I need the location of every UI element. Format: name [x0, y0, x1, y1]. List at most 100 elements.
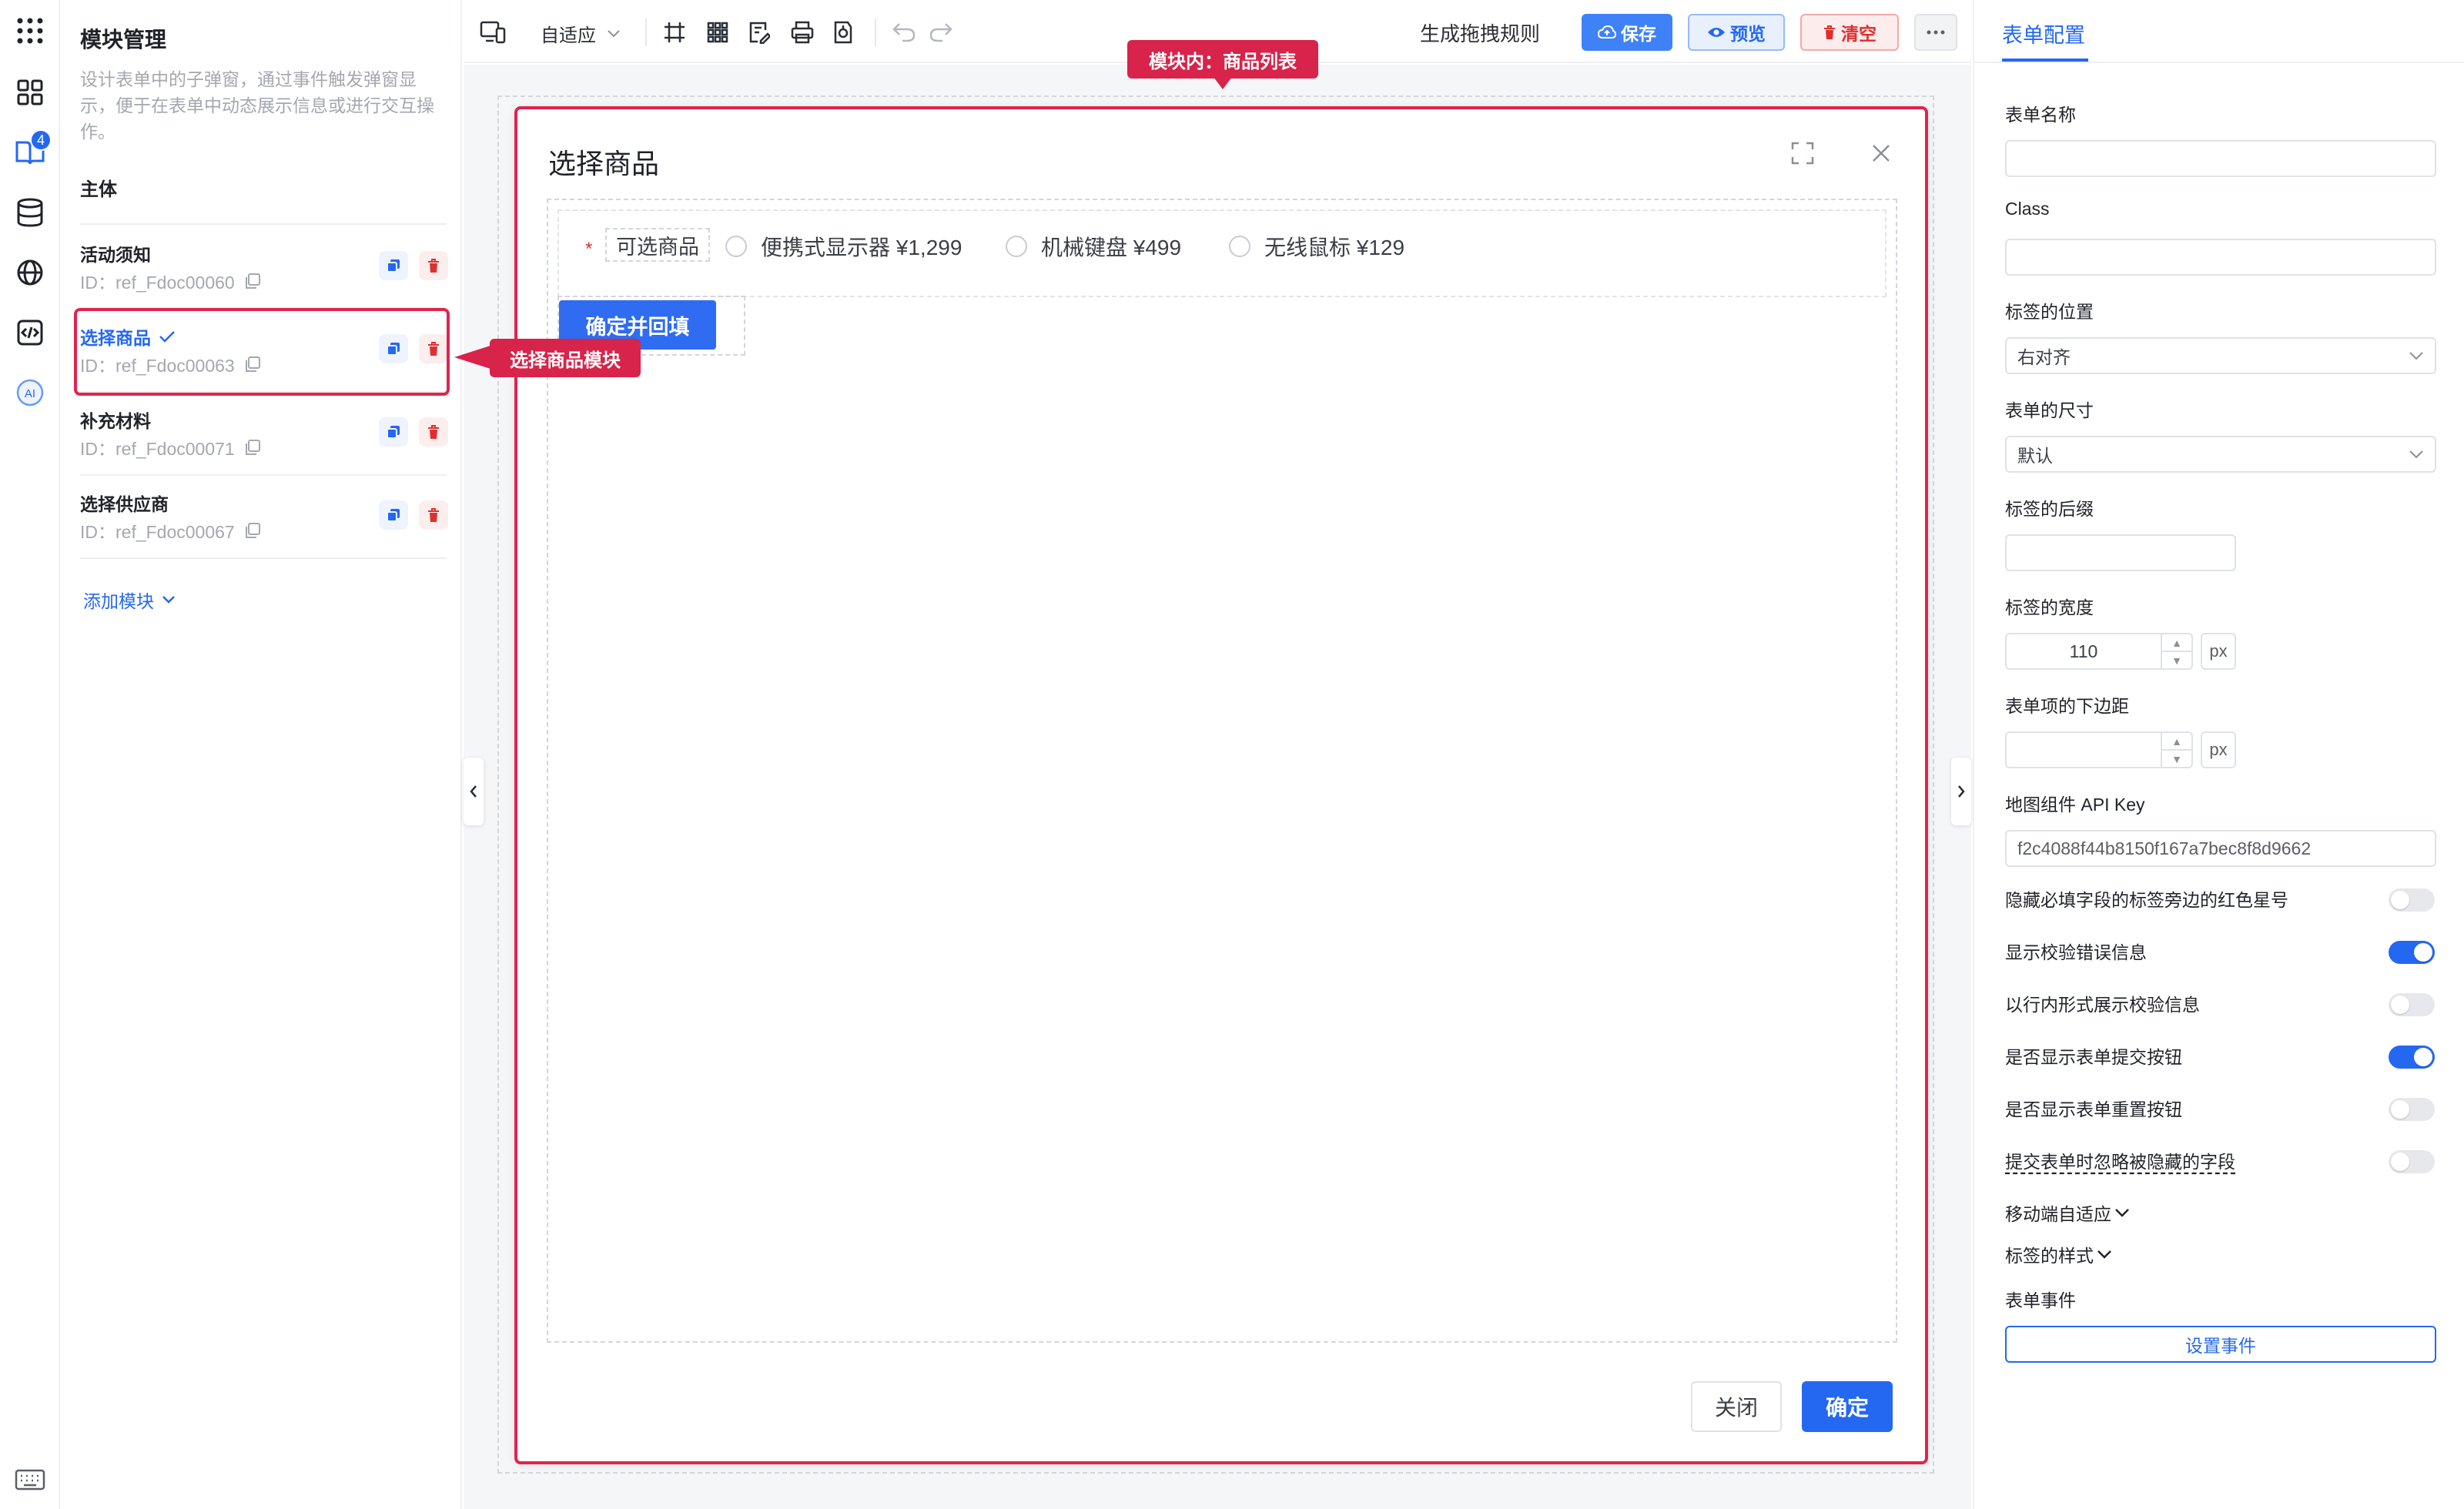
divider [80, 557, 447, 559]
module-item[interactable]: 选择供应商 ID：ref_Fdoc00067 [80, 477, 448, 559]
copy-id-icon[interactable] [244, 273, 261, 289]
label-suffix-label: 标签的后缀 [2005, 499, 2094, 519]
ai-icon-label: AI [25, 387, 35, 400]
undo-icon[interactable] [890, 18, 918, 46]
delete-module-button[interactable] [419, 417, 448, 447]
delete-module-button[interactable] [419, 500, 448, 530]
class-label: Class [2005, 199, 2050, 219]
keyboard-icon[interactable] [13, 1463, 47, 1497]
collapse-left-toggle[interactable] [464, 758, 484, 825]
class-input[interactable] [2005, 239, 2436, 276]
form-config-panel: 表单配置 表单名称 Class 标签的位置 右对齐 表单的尺寸 默认 标签的后缀… [1973, 0, 2464, 1509]
preview-button[interactable]: 预览 [1688, 14, 1785, 51]
copy-id-icon[interactable] [244, 522, 261, 539]
delete-module-button[interactable] [419, 251, 448, 280]
chevron-left-icon [470, 785, 477, 798]
edit-doc-icon[interactable] [745, 18, 773, 46]
components-icon[interactable] [13, 75, 47, 109]
mobile-adapt-collapse[interactable]: 移动端自适应 [2005, 1200, 2130, 1226]
item-margin-label: 表单项的下边距 [2005, 696, 2129, 716]
save-button[interactable]: 保存 [1582, 14, 1672, 51]
tab-divider [1974, 62, 2464, 63]
chevron-down-icon [2409, 352, 2423, 360]
more-button[interactable] [1914, 14, 1957, 51]
module-id: ID：ref_Fdoc00060 [80, 268, 261, 294]
label-width-label: 标签的宽度 [2005, 597, 2094, 617]
number-stepper[interactable]: ▲ ▼ [2161, 634, 2191, 668]
highlight-selected-module [74, 308, 450, 396]
module-name: 选择供应商 [80, 494, 169, 514]
more-icon [1927, 30, 1945, 35]
divider [80, 474, 447, 476]
collapse-right-toggle[interactable] [1951, 758, 1971, 825]
module-item[interactable]: 活动须知 ID：ref_Fdoc00060 [80, 228, 448, 309]
set-events-button[interactable]: 设置事件 [2005, 1326, 2436, 1363]
api-key-input[interactable]: f2c4088f44b8150f167a7bec8f8d9662 [2005, 830, 2436, 867]
module-panel: 模块管理 设计表单中的子弹窗，通过事件触发弹窗显示，便于在表单中动态展示信息或进… [62, 0, 462, 1509]
module-id: ID：ref_Fdoc00071 [80, 434, 261, 460]
toolbar-divider [645, 18, 647, 46]
chevron-down-icon [608, 29, 620, 37]
device-icon[interactable] [479, 18, 507, 46]
trash-icon [1824, 25, 1835, 39]
tab-form-config[interactable]: 表单配置 [2002, 18, 2085, 49]
form-size-select[interactable]: 默认 [2005, 436, 2436, 473]
module-panel-title: 模块管理 [80, 28, 167, 52]
form-events-label: 表单事件 [2005, 1290, 2076, 1310]
frame-icon[interactable] [661, 18, 688, 46]
divider [80, 223, 447, 225]
print-icon[interactable] [788, 18, 816, 46]
add-module-button[interactable]: 添加模块 [83, 587, 176, 613]
duplicate-module-button[interactable] [379, 500, 408, 530]
highlight-module-dialog [514, 106, 1928, 1464]
globe-icon[interactable] [13, 256, 47, 289]
label-width-input[interactable]: 110 ▲ ▼ [2005, 633, 2193, 670]
toggle-show-validation-errors[interactable] [2389, 941, 2435, 964]
duplicate-module-button[interactable] [379, 417, 408, 447]
export-icon[interactable] [830, 18, 858, 46]
label-style-collapse[interactable]: 标签的样式 [2005, 1241, 2112, 1267]
unit-px: px [2201, 633, 2236, 670]
duplicate-module-button[interactable] [379, 251, 408, 280]
api-key-label: 地图组件 API Key [2005, 795, 2145, 815]
annotation-arrow-down [1214, 77, 1232, 89]
switch-label: 是否显示表单提交按钮 [2005, 1047, 2182, 1067]
main-body-item[interactable]: 主体 [80, 174, 117, 201]
clear-button[interactable]: 清空 [1800, 14, 1899, 51]
icon-rail: 4 AI [0, 0, 60, 1509]
number-stepper[interactable]: ▲ ▼ [2161, 733, 2191, 767]
module-id: ID：ref_Fdoc00067 [80, 517, 261, 544]
database-icon[interactable] [13, 196, 47, 229]
item-margin-input[interactable]: ▲ ▼ [2005, 731, 2193, 768]
switch-label: 提交表单时忽略被隐藏的字段 [2005, 1152, 2235, 1172]
toggle-show-reset-button[interactable] [2389, 1098, 2435, 1121]
annotation-tag-side: 选择商品模块 [490, 339, 641, 377]
form-name-input[interactable] [2005, 140, 2436, 177]
toolbar-divider [875, 18, 876, 46]
modules-book-icon[interactable]: 4 [13, 129, 52, 169]
copy-id-icon[interactable] [244, 439, 261, 456]
toggle-show-submit-button[interactable] [2389, 1046, 2435, 1069]
form-name-label: 表单名称 [2005, 105, 2076, 125]
generate-rule-button[interactable]: 生成拖拽规则 [1420, 18, 1540, 47]
chevron-right-icon [1958, 785, 1965, 798]
unit-px: px [2201, 731, 2236, 768]
module-panel-description: 设计表单中的子弹窗，通过事件触发弹窗显示，便于在表单中动态展示信息或进行交互操作… [80, 69, 434, 142]
app-grid-icon[interactable] [13, 14, 47, 48]
toggle-inline-validation[interactable] [2389, 993, 2435, 1016]
toggle-hide-required-asterisk[interactable] [2389, 888, 2435, 912]
switch-label: 是否显示表单重置按钮 [2005, 1099, 2182, 1119]
layout-mode-select[interactable]: 自适应 [541, 20, 621, 47]
chevron-down-icon [2115, 1209, 2129, 1217]
grid-icon[interactable] [704, 18, 732, 46]
label-position-label: 标签的位置 [2005, 302, 2094, 322]
code-icon[interactable] [13, 316, 47, 350]
toggle-ignore-hidden-fields[interactable] [2389, 1150, 2435, 1173]
switch-label: 显示校验错误信息 [2005, 942, 2147, 962]
module-name: 活动须知 [80, 245, 151, 265]
label-position-select[interactable]: 右对齐 [2005, 337, 2436, 374]
redo-icon[interactable] [927, 18, 955, 46]
ai-assistant-icon[interactable]: AI [13, 376, 47, 410]
module-item[interactable]: 补充材料 ID：ref_Fdoc00071 [80, 394, 448, 476]
label-suffix-input[interactable] [2005, 534, 2236, 571]
